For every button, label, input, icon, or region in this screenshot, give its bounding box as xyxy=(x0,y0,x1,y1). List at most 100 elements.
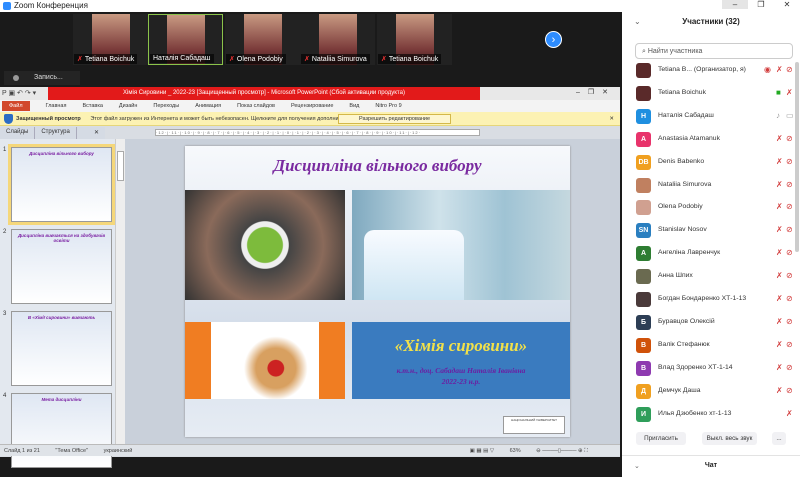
ppt-title: Хімія Сировини _ 2022-23 [Защищенный про… xyxy=(48,87,480,100)
chevron-down-icon[interactable]: ⌄ xyxy=(634,462,640,470)
participant-row[interactable]: Nataliia Simurova ✗ ⊘ xyxy=(636,177,796,195)
participant-search-input[interactable]: ⌕ Найти участника xyxy=(635,43,793,59)
mic-muted-icon[interactable]: ✗ xyxy=(776,340,783,349)
participant-name: Наталія Сабадаш xyxy=(658,111,714,119)
video-tile[interactable]: ✗ Nataliia Simurova xyxy=(300,14,375,65)
mic-muted-icon[interactable]: ✗ xyxy=(776,65,783,74)
ribbon-tab[interactable]: Вид xyxy=(349,103,359,109)
ribbon-tab[interactable]: Анимация xyxy=(195,103,221,109)
participant-row[interactable]: A Anastasia Atamanuk ✗ ⊘ xyxy=(636,131,796,149)
ribbon-tab[interactable]: Дизайн xyxy=(119,103,138,109)
tab-slides[interactable]: Слайды xyxy=(0,127,36,139)
mic-muted-icon[interactable]: ✗ xyxy=(786,409,793,418)
slide-thumbnail[interactable]: Дисципліна вільного вибору xyxy=(8,144,115,225)
ribbon-tab[interactable]: Переходы xyxy=(153,103,179,109)
video-off-icon[interactable]: ⊘ xyxy=(786,363,793,372)
video-off-icon[interactable]: ⊘ xyxy=(786,294,793,303)
video-off-icon[interactable]: ⊘ xyxy=(786,180,793,189)
mute-all-button[interactable]: Выкл. весь звук xyxy=(702,432,757,445)
video-off-icon[interactable]: ⊘ xyxy=(786,386,793,395)
mic-muted-icon[interactable]: ✗ xyxy=(776,134,783,143)
participant-row[interactable]: Богдан Бондаренко ХТ-1-13 ✗ ⊘ xyxy=(636,291,796,309)
mic-muted-icon[interactable]: ✗ xyxy=(776,248,783,257)
video-off-icon[interactable]: ⊘ xyxy=(786,65,793,74)
participant-row[interactable]: Анна Шпих ✗ ⊘ xyxy=(636,268,796,286)
participants-scrollbar[interactable] xyxy=(795,62,799,252)
participant-row[interactable]: И Илья Дзюбенко хт-1-13 ✗ xyxy=(636,406,796,424)
video-off-icon[interactable]: ⊘ xyxy=(786,317,793,326)
participant-row[interactable]: Tetiana Boichuk ■ ✗ xyxy=(636,85,796,103)
ppt-titlebar: P ▣ ↶ ↷ ▾ Хімія Сировини _ 2022-23 [Защи… xyxy=(0,87,620,100)
video-off-icon[interactable]: ⊘ xyxy=(786,271,793,280)
participant-row[interactable]: Д Демчук Даша ✗ ⊘ xyxy=(636,383,796,401)
mic-muted-icon[interactable]: ✗ xyxy=(776,180,783,189)
mic-muted-icon[interactable]: ✗ xyxy=(776,386,783,395)
video-off-icon[interactable]: ⊘ xyxy=(786,134,793,143)
video-off-icon[interactable]: ⊘ xyxy=(786,248,793,257)
participant-name: Olena Podobiy xyxy=(658,203,703,211)
ribbon-tab[interactable]: Вставка xyxy=(82,103,102,109)
participant-name: Анна Шпих xyxy=(658,272,693,280)
window-controls[interactable]: –❐✕ xyxy=(576,88,616,96)
more-button[interactable]: ... xyxy=(772,432,786,445)
cosmetics-image xyxy=(185,190,345,300)
zoom-level[interactable]: 63% xyxy=(510,448,521,454)
mic-icon[interactable]: ♪ xyxy=(776,111,780,120)
video-off-icon[interactable]: ⊘ xyxy=(786,340,793,349)
next-page-button[interactable]: › xyxy=(545,31,562,48)
mic-muted-icon[interactable]: ✗ xyxy=(776,363,783,372)
participant-row[interactable]: Tetiana B... (Организатор, я) ◉ ✗ ⊘ xyxy=(636,62,796,80)
avatar: В xyxy=(636,360,651,376)
participants-header: ⌄ Участники (32) xyxy=(622,17,800,26)
ribbon-tab[interactable]: Главная xyxy=(46,103,67,109)
close-icon[interactable]: ✕ xyxy=(609,112,614,126)
video-off-icon[interactable]: ⊘ xyxy=(786,157,793,166)
ribbon-tab[interactable]: Рецензирование xyxy=(291,103,333,109)
enable-editing-button[interactable]: Разрешить редактирование xyxy=(338,114,452,124)
invite-button[interactable]: Пригласить xyxy=(636,432,686,445)
avatar xyxy=(636,292,651,307)
mic-muted-icon[interactable]: ✗ xyxy=(786,88,793,97)
recording-indicator[interactable]: Запись... xyxy=(4,71,80,85)
ribbon-tab[interactable]: Показ слайдов xyxy=(237,103,275,109)
avatar: H xyxy=(636,108,651,124)
video-off-icon[interactable]: ⊘ xyxy=(786,202,793,211)
video-icon[interactable]: ▭ xyxy=(786,111,794,120)
participant-row[interactable]: A Ангеліна Лавренчук ✗ ⊘ xyxy=(636,245,796,263)
view-buttons[interactable]: ▣ ▦ ▤ ▽ xyxy=(470,448,494,454)
slide-title: Дисципліна вільного вибору xyxy=(273,156,482,175)
quick-access-toolbar[interactable]: P ▣ ↶ ↷ ▾ xyxy=(2,89,36,97)
ribbon-tab[interactable]: Файл xyxy=(2,101,30,111)
thumbnails-scrollbar[interactable] xyxy=(115,139,125,444)
mic-muted-icon[interactable]: ✗ xyxy=(776,271,783,280)
chat-section[interactable]: ⌄ Чат xyxy=(622,455,800,470)
mic-muted-icon[interactable]: ✗ xyxy=(776,225,783,234)
mic-muted-icon[interactable]: ✗ xyxy=(776,317,783,326)
video-tile[interactable]: Наталія Сабадаш xyxy=(148,14,223,65)
tab-outline[interactable]: Структура xyxy=(35,127,77,139)
video-off-icon[interactable]: ⊘ xyxy=(786,225,793,234)
slide-thumbnails: 1 Дисципліна вільного вибору 2 Дисципліна в… xyxy=(0,139,115,468)
mic-muted-icon[interactable]: ✗ xyxy=(776,157,783,166)
mic-muted-icon[interactable]: ✗ xyxy=(776,294,783,303)
participant-row[interactable]: В Влад Здоренко ХТ-1-14 ✗ ⊘ xyxy=(636,360,796,378)
zoom-slider[interactable]: ⊖ ────▯──── ⊕ ⛶ xyxy=(536,448,588,454)
participant-row[interactable]: H Наталія Сабадаш ♪ ▭ xyxy=(636,108,796,126)
participant-row[interactable]: В Валік Стефанюк ✗ ⊘ xyxy=(636,337,796,355)
participant-row[interactable]: Olena Podobiy ✗ ⊘ xyxy=(636,199,796,217)
scroll-thumb[interactable] xyxy=(117,151,124,181)
participant-row[interactable]: DB Denis Babenko ✗ ⊘ xyxy=(636,154,796,172)
video-tile[interactable]: ✗ Tetiana Boichuk xyxy=(73,14,148,65)
university-logo: НАЦІОНАЛЬНИЙ УНІВЕРСИТЕТ xyxy=(503,416,565,434)
chevron-down-icon[interactable]: ⌄ xyxy=(634,17,641,26)
slide-thumbnail[interactable]: Дисципліна вивчається на здобувачів осві… xyxy=(11,229,112,304)
video-tile[interactable]: ✗ Tetiana Boichuk xyxy=(377,14,452,65)
close-pane-icon[interactable]: ✕ xyxy=(88,127,105,139)
participant-row[interactable]: Б Буравцов Олексій ✗ ⊘ xyxy=(636,314,796,332)
ribbon-tab[interactable]: Nitro Pro 9 xyxy=(375,103,401,109)
window-controls[interactable]: –❐✕ xyxy=(722,0,800,12)
participant-row[interactable]: SN Stanislav Nosov ✗ ⊘ xyxy=(636,222,796,240)
mic-muted-icon[interactable]: ✗ xyxy=(776,202,783,211)
video-tile[interactable]: ✗ Olena Podobiy xyxy=(225,14,300,65)
slide-thumbnail[interactable]: В «Хімії сировини» вивчають xyxy=(11,311,112,386)
